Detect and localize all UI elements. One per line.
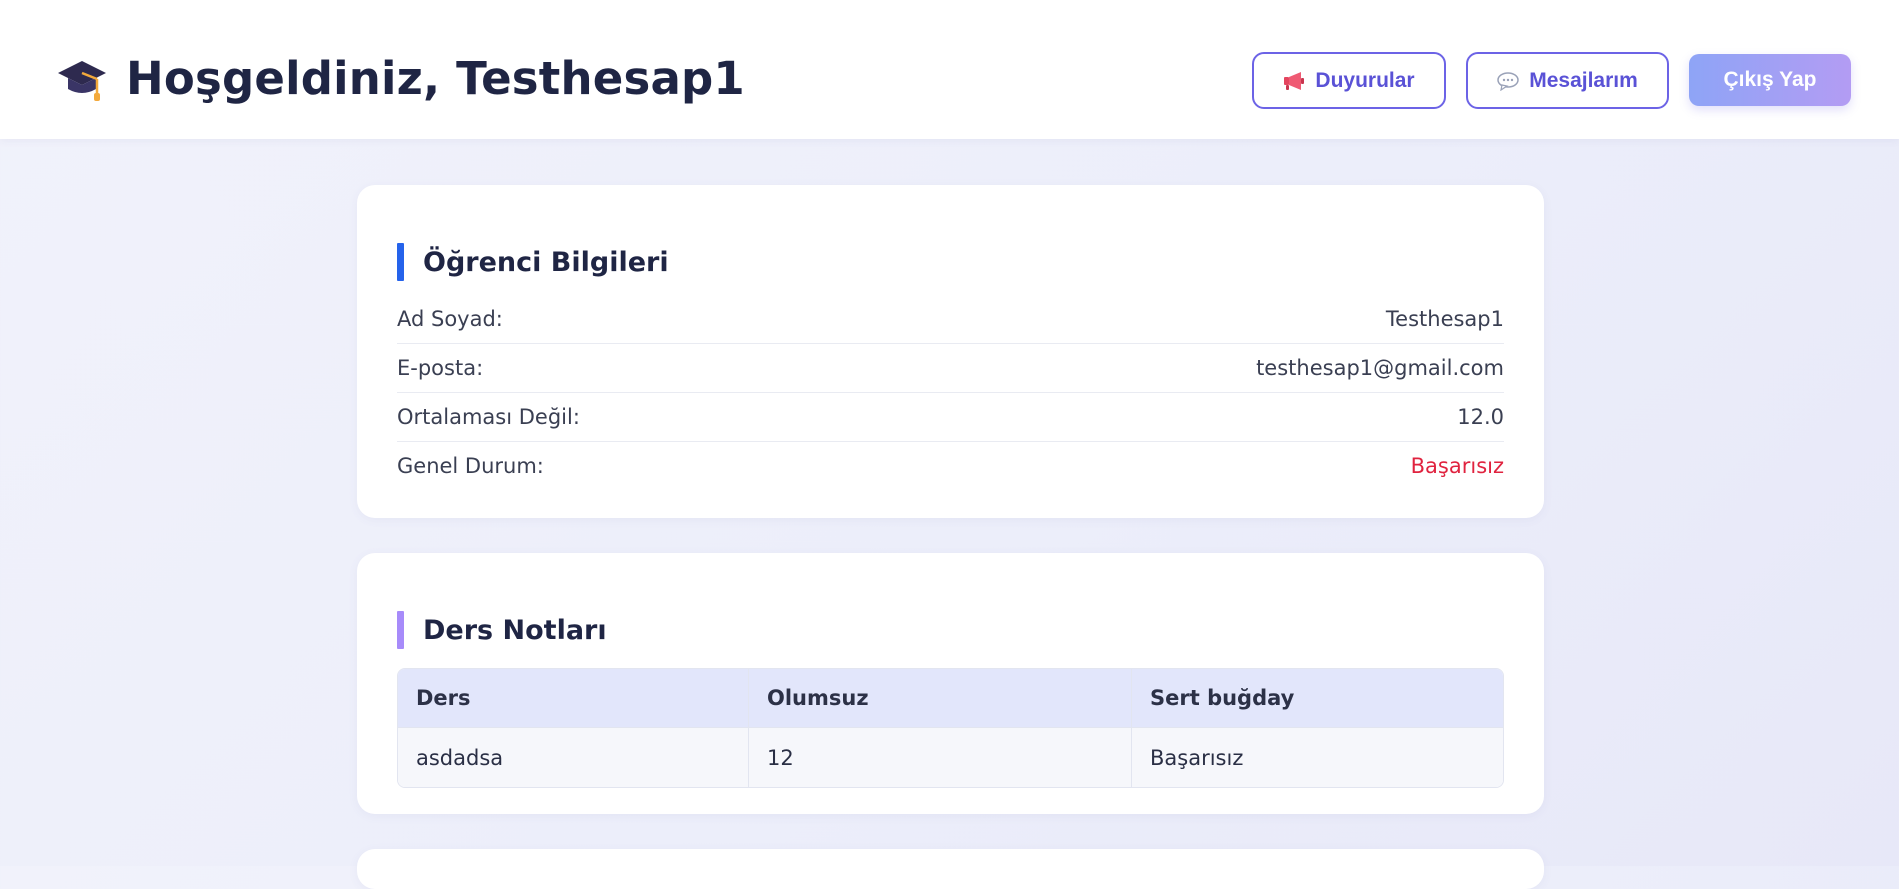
- info-value-average: 12.0: [1457, 405, 1504, 429]
- heading-accent-bar: [397, 611, 404, 649]
- table-row: asdadsa 12 Başarısız: [398, 727, 1503, 787]
- info-row-average: Ortalaması Değil: 12.0: [397, 393, 1504, 442]
- student-info-card: Öğrenci Bilgileri Ad Soyad: Testhesap1 E…: [357, 185, 1544, 518]
- info-row-email: E-posta: testhesap1@gmail.com: [397, 344, 1504, 393]
- speech-bubble-icon: [1497, 71, 1519, 91]
- info-value-email: testhesap1@gmail.com: [1256, 356, 1504, 380]
- messages-button[interactable]: Mesajlarım: [1466, 52, 1669, 109]
- messages-label: Mesajlarım: [1529, 68, 1638, 92]
- grades-table: Ders Olumsuz Sert buğday asdadsa 12 Başa…: [397, 668, 1504, 788]
- info-row-status: Genel Durum: Başarısız: [397, 442, 1504, 490]
- announcements-label: Duyurular: [1315, 68, 1415, 92]
- student-info-heading: Öğrenci Bilgileri: [397, 243, 1504, 281]
- cell-grade: 12: [748, 727, 1131, 787]
- student-info-list: Ad Soyad: Testhesap1 E-posta: testhesap1…: [397, 295, 1504, 490]
- graduation-cap-icon: [56, 53, 108, 105]
- column-header-status: Sert buğday: [1131, 669, 1503, 727]
- welcome-heading: Hoşgeldiniz, Testhesap1: [126, 52, 745, 105]
- info-label: E-posta:: [397, 356, 484, 380]
- next-card: [357, 849, 1544, 889]
- info-label: Ad Soyad:: [397, 307, 503, 331]
- column-header-grade: Olumsuz: [748, 669, 1131, 727]
- cell-course: asdadsa: [398, 727, 748, 787]
- top-bar: Hoşgeldiniz, Testhesap1 Duyurular Mesajl…: [0, 0, 1899, 139]
- heading-accent-bar: [397, 243, 404, 281]
- cell-status: Başarısız: [1131, 727, 1503, 787]
- info-value-name: Testhesap1: [1385, 307, 1504, 331]
- info-label: Genel Durum:: [397, 454, 544, 478]
- grades-heading: Ders Notları: [397, 611, 1504, 649]
- announcements-button[interactable]: Duyurular: [1252, 52, 1446, 109]
- info-label: Ortalaması Değil:: [397, 405, 580, 429]
- column-header-course: Ders: [398, 669, 748, 727]
- status-badge: Başarısız: [1410, 454, 1504, 478]
- table-header-row: Ders Olumsuz Sert buğday: [398, 669, 1503, 727]
- grades-card: Ders Notları Ders Olumsuz Sert buğday as…: [357, 553, 1544, 814]
- info-row-name: Ad Soyad: Testhesap1: [397, 295, 1504, 344]
- student-info-title: Öğrenci Bilgileri: [423, 246, 669, 278]
- logout-button[interactable]: Çıkış Yap: [1689, 54, 1851, 106]
- brand: Hoşgeldiniz, Testhesap1: [56, 52, 745, 105]
- megaphone-icon: [1283, 71, 1305, 91]
- grades-title: Ders Notları: [423, 614, 607, 646]
